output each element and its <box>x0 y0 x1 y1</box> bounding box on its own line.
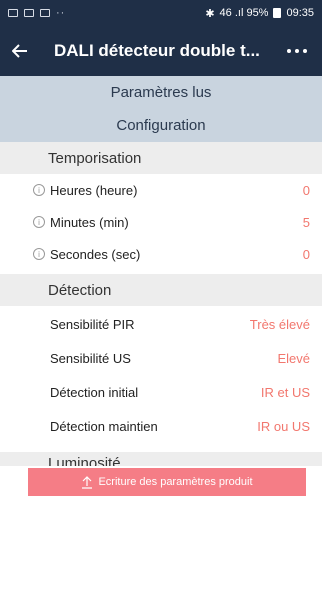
write-params-button[interactable]: Ecriture des paramètres produit <box>28 468 306 496</box>
param-value: 5 <box>302 214 310 230</box>
param-value: Très élevé <box>249 316 310 332</box>
write-params-label: Ecriture des paramètres produit <box>98 476 253 488</box>
param-row-maintain-detection[interactable]: Détection maintien IR ou US <box>0 410 322 442</box>
notification-icon <box>8 9 18 17</box>
status-bar-notifications: ·· <box>8 7 65 19</box>
param-label: Détection maintien <box>50 418 158 434</box>
param-label: Heures (heure) <box>50 182 138 198</box>
more-options-button[interactable] <box>272 26 322 76</box>
param-value: 0 <box>302 246 310 262</box>
param-row-pir-sensitivity[interactable]: Sensibilité PIR Très élevé <box>0 308 322 340</box>
info-icon[interactable]: i <box>33 248 45 260</box>
back-arrow-icon <box>12 44 27 58</box>
section-title: Luminosité <box>48 455 121 466</box>
upload-icon <box>82 476 93 489</box>
back-button[interactable] <box>0 26 40 76</box>
param-label: Minutes (min) <box>50 214 129 230</box>
status-bar-system: ✱ 46 .ıl 95% 09:35 <box>205 7 314 20</box>
param-value: IR et US <box>260 384 310 400</box>
tab-configuration[interactable]: Configuration <box>0 108 322 142</box>
dot-icon <box>287 49 291 53</box>
param-row-initial-detection[interactable]: Détection initial IR et US <box>0 376 322 408</box>
page-title: DALI détecteur double t... <box>54 41 260 60</box>
section-header-temporisation: Temporisation <box>0 142 322 174</box>
param-label: Sensibilité PIR <box>50 316 135 332</box>
param-value: IR ou US <box>257 418 310 434</box>
info-icon[interactable]: i <box>33 216 45 228</box>
section-header-detection: Détection <box>0 274 322 306</box>
dot-icon <box>303 49 307 53</box>
section-header-luminosite: Luminosité <box>0 452 322 466</box>
status-time: 09:35 <box>286 7 314 19</box>
param-row-seconds[interactable]: i Secondes (sec) 0 <box>0 238 322 270</box>
param-label: Sensibilité US <box>50 350 131 366</box>
battery-icon <box>273 8 282 18</box>
bag-icon <box>24 9 34 17</box>
param-row-us-sensitivity[interactable]: Sensibilité US Elevé <box>0 342 322 374</box>
dot-icon <box>295 49 299 53</box>
image-icon <box>40 9 50 17</box>
more-notifications-icon: ·· <box>56 7 66 19</box>
bluetooth-icon: ✱ <box>205 7 215 20</box>
param-row-hours[interactable]: i Heures (heure) 0 <box>0 174 322 206</box>
signal-text: 46 .ıl 95% <box>219 7 269 19</box>
param-row-minutes[interactable]: i Minutes (min) 5 <box>0 206 322 238</box>
app-bar: DALI détecteur double t... <box>0 26 322 76</box>
status-bar: ·· ✱ 46 .ıl 95% 09:35 <box>0 0 322 26</box>
param-label: Secondes (sec) <box>50 246 141 262</box>
param-label: Détection initial <box>50 384 139 400</box>
info-icon[interactable]: i <box>33 184 45 196</box>
tab-read-params[interactable]: Paramètres lus <box>0 76 322 108</box>
param-value: Elevé <box>277 350 310 366</box>
param-value: 0 <box>302 182 310 198</box>
